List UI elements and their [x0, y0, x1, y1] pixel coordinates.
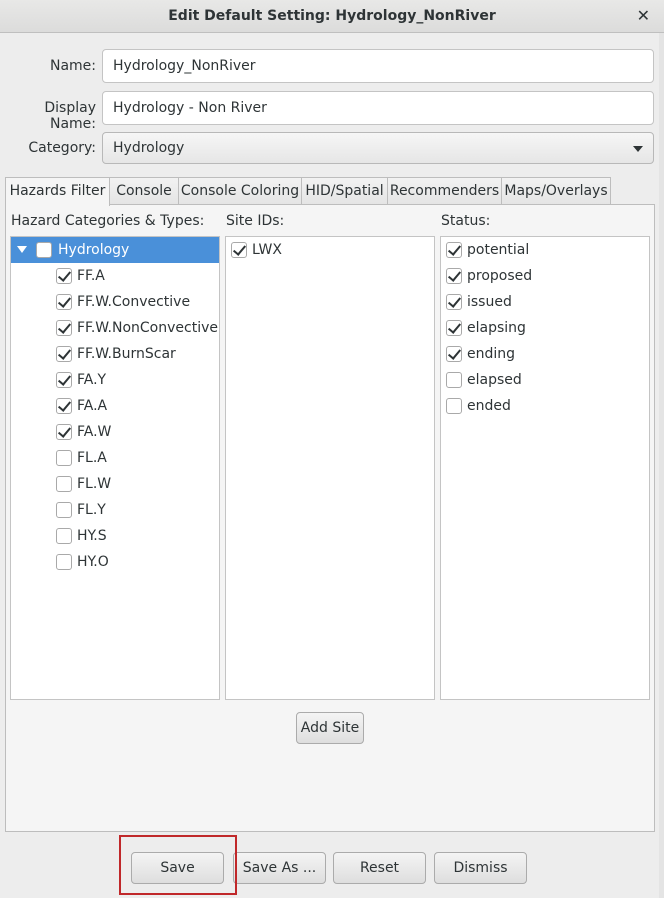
- hazard-type-checkbox[interactable]: [56, 372, 72, 388]
- status-row[interactable]: issued: [441, 289, 649, 315]
- status-checkbox[interactable]: [446, 320, 462, 336]
- tab-hazards-filter[interactable]: Hazards Filter: [5, 177, 110, 206]
- hazard-type-row[interactable]: FF.W.Convective: [11, 289, 219, 315]
- hazard-categories-label: Hazard Categories & Types:: [11, 213, 205, 229]
- hazard-type-label: FL.A: [77, 450, 107, 466]
- hazard-type-row[interactable]: FA.Y: [11, 367, 219, 393]
- status-row[interactable]: elapsed: [441, 367, 649, 393]
- tab-maps-overlays[interactable]: Maps/Overlays: [501, 177, 611, 205]
- hazard-type-checkbox[interactable]: [56, 346, 72, 362]
- save-highlight-box: [119, 835, 237, 895]
- tab-hid-spatial[interactable]: HID/Spatial: [301, 177, 388, 205]
- hazard-type-row[interactable]: HY.O: [11, 549, 219, 575]
- hazard-type-checkbox[interactable]: [56, 450, 72, 466]
- site-checkbox[interactable]: [231, 242, 247, 258]
- hazard-type-label: FF.W.BurnScar: [77, 346, 176, 362]
- hazard-type-row[interactable]: FA.A: [11, 393, 219, 419]
- status-checkbox[interactable]: [446, 242, 462, 258]
- close-icon[interactable]: ✕: [637, 6, 650, 25]
- hazard-tree: Hydrology FF.A FF.W.Convective FF.W.NonCon…: [10, 236, 220, 700]
- display-name-field[interactable]: Hydrology - Non River: [102, 91, 654, 125]
- status-checkbox[interactable]: [446, 372, 462, 388]
- category-value: Hydrology: [113, 140, 185, 156]
- dismiss-button[interactable]: Dismiss: [434, 852, 527, 884]
- hazard-type-checkbox[interactable]: [56, 554, 72, 570]
- title-bar: Edit Default Setting: Hydrology_NonRiver…: [0, 0, 664, 33]
- expander-down-icon[interactable]: [17, 246, 27, 253]
- tab-console-coloring[interactable]: Console Coloring: [178, 177, 302, 205]
- status-label: ended: [467, 398, 511, 414]
- site-row[interactable]: LWX: [226, 237, 434, 263]
- hazard-type-label: FF.A: [77, 268, 105, 284]
- hazard-type-label: FF.W.NonConvective: [77, 320, 218, 336]
- chevron-down-icon: [633, 146, 643, 152]
- hazard-type-checkbox[interactable]: [56, 294, 72, 310]
- tab-console[interactable]: Console: [109, 177, 179, 205]
- status-row[interactable]: proposed: [441, 263, 649, 289]
- hazard-type-checkbox[interactable]: [56, 476, 72, 492]
- site-ids-label: Site IDs:: [226, 213, 285, 229]
- site-ids-list: LWX: [225, 236, 435, 700]
- hazard-type-row[interactable]: FF.W.BurnScar: [11, 341, 219, 367]
- hazard-type-checkbox[interactable]: [56, 424, 72, 440]
- add-site-button[interactable]: Add Site: [296, 712, 364, 744]
- tree-row-hydrology[interactable]: Hydrology: [11, 237, 219, 263]
- hydrology-checkbox[interactable]: [36, 242, 52, 258]
- status-row[interactable]: ending: [441, 341, 649, 367]
- status-label: ending: [467, 346, 516, 362]
- status-label: elapsed: [467, 372, 522, 388]
- hazard-type-checkbox[interactable]: [56, 502, 72, 518]
- hazard-type-checkbox[interactable]: [56, 398, 72, 414]
- tab-recommenders[interactable]: Recommenders: [387, 177, 502, 205]
- status-row[interactable]: ended: [441, 393, 649, 419]
- hazard-type-row[interactable]: FF.W.NonConvective: [11, 315, 219, 341]
- hazard-type-label: HY.S: [77, 528, 107, 544]
- hazard-type-label: FL.W: [77, 476, 112, 492]
- display-name-label: Display Name:: [44, 100, 96, 132]
- hazard-type-label: FF.W.Convective: [77, 294, 191, 310]
- status-row[interactable]: elapsing: [441, 315, 649, 341]
- status-label: potential: [467, 242, 530, 258]
- window-edge: [659, 33, 664, 898]
- name-field[interactable]: Hydrology_NonRiver: [102, 49, 654, 83]
- hazard-type-row[interactable]: FF.A: [11, 263, 219, 289]
- status-label: elapsing: [467, 320, 526, 336]
- name-label: Name:: [49, 58, 96, 74]
- hazard-type-row[interactable]: FL.Y: [11, 497, 219, 523]
- status-checkbox[interactable]: [446, 294, 462, 310]
- hazard-type-row[interactable]: FL.A: [11, 445, 219, 471]
- hazard-type-checkbox[interactable]: [56, 320, 72, 336]
- status-checkbox[interactable]: [446, 346, 462, 362]
- hazard-type-label: HY.O: [77, 554, 109, 570]
- hazard-type-checkbox[interactable]: [56, 528, 72, 544]
- status-checkbox[interactable]: [446, 268, 462, 284]
- reset-button[interactable]: Reset: [333, 852, 426, 884]
- hazard-type-checkbox[interactable]: [56, 268, 72, 284]
- status-label: Status:: [441, 213, 491, 229]
- window-title: Edit Default Setting: Hydrology_NonRiver: [168, 8, 496, 24]
- hazard-type-row[interactable]: FL.W: [11, 471, 219, 497]
- status-list: potential proposed issued elapsing ending ela…: [440, 236, 650, 700]
- status-checkbox[interactable]: [446, 398, 462, 414]
- hazard-type-label: FA.A: [77, 398, 108, 414]
- save-as-button[interactable]: Save As ...: [233, 852, 326, 884]
- status-label: issued: [467, 294, 512, 310]
- hazard-type-label: FL.Y: [77, 502, 106, 518]
- tree-group-label: Hydrology: [58, 242, 130, 258]
- status-label: proposed: [467, 268, 533, 284]
- hazard-type-row[interactable]: FA.W: [11, 419, 219, 445]
- category-label: Category:: [28, 140, 96, 156]
- hazard-type-label: FA.W: [77, 424, 112, 440]
- status-row[interactable]: potential: [441, 237, 649, 263]
- hazard-type-label: FA.Y: [77, 372, 107, 388]
- category-dropdown[interactable]: Hydrology: [102, 132, 654, 164]
- site-label: LWX: [252, 242, 282, 258]
- hazard-type-row[interactable]: HY.S: [11, 523, 219, 549]
